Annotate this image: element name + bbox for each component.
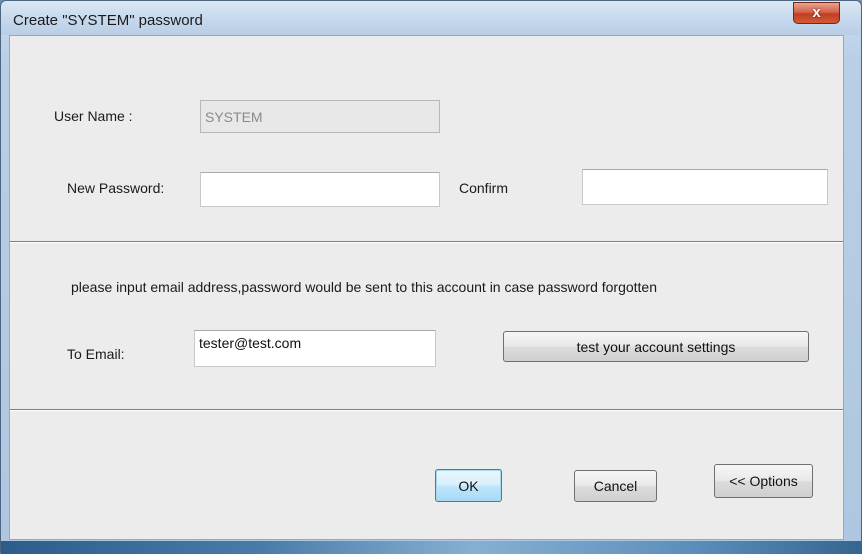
- user-name-field: [200, 100, 440, 133]
- confirm-password-field[interactable]: [582, 169, 828, 205]
- email-hint-text: please input email address,password woul…: [71, 279, 658, 295]
- ok-button[interactable]: OK: [435, 469, 502, 502]
- options-button[interactable]: << Options: [714, 464, 813, 498]
- window-title: Create "SYSTEM" password: [13, 12, 203, 29]
- title-bar[interactable]: Create "SYSTEM" password x: [1, 1, 861, 35]
- user-name-label: User Name :: [54, 108, 133, 124]
- new-password-label: New Password:: [67, 180, 165, 196]
- separator-bottom: [10, 409, 843, 411]
- cancel-button[interactable]: Cancel: [574, 470, 657, 502]
- to-email-field[interactable]: [194, 330, 436, 367]
- dialog-window: Create "SYSTEM" password x User Name : N…: [0, 0, 862, 554]
- close-button[interactable]: x: [793, 2, 840, 24]
- test-account-settings-button[interactable]: test your account settings: [503, 331, 809, 362]
- confirm-label: Confirm: [459, 180, 509, 196]
- separator-top: [10, 241, 843, 243]
- dialog-content: User Name : New Password: Confirm please…: [9, 35, 844, 540]
- to-email-label: To Email:: [67, 346, 125, 362]
- new-password-field[interactable]: [200, 172, 440, 207]
- desktop-background-strip: [1, 541, 862, 554]
- close-icon: x: [812, 4, 821, 21]
